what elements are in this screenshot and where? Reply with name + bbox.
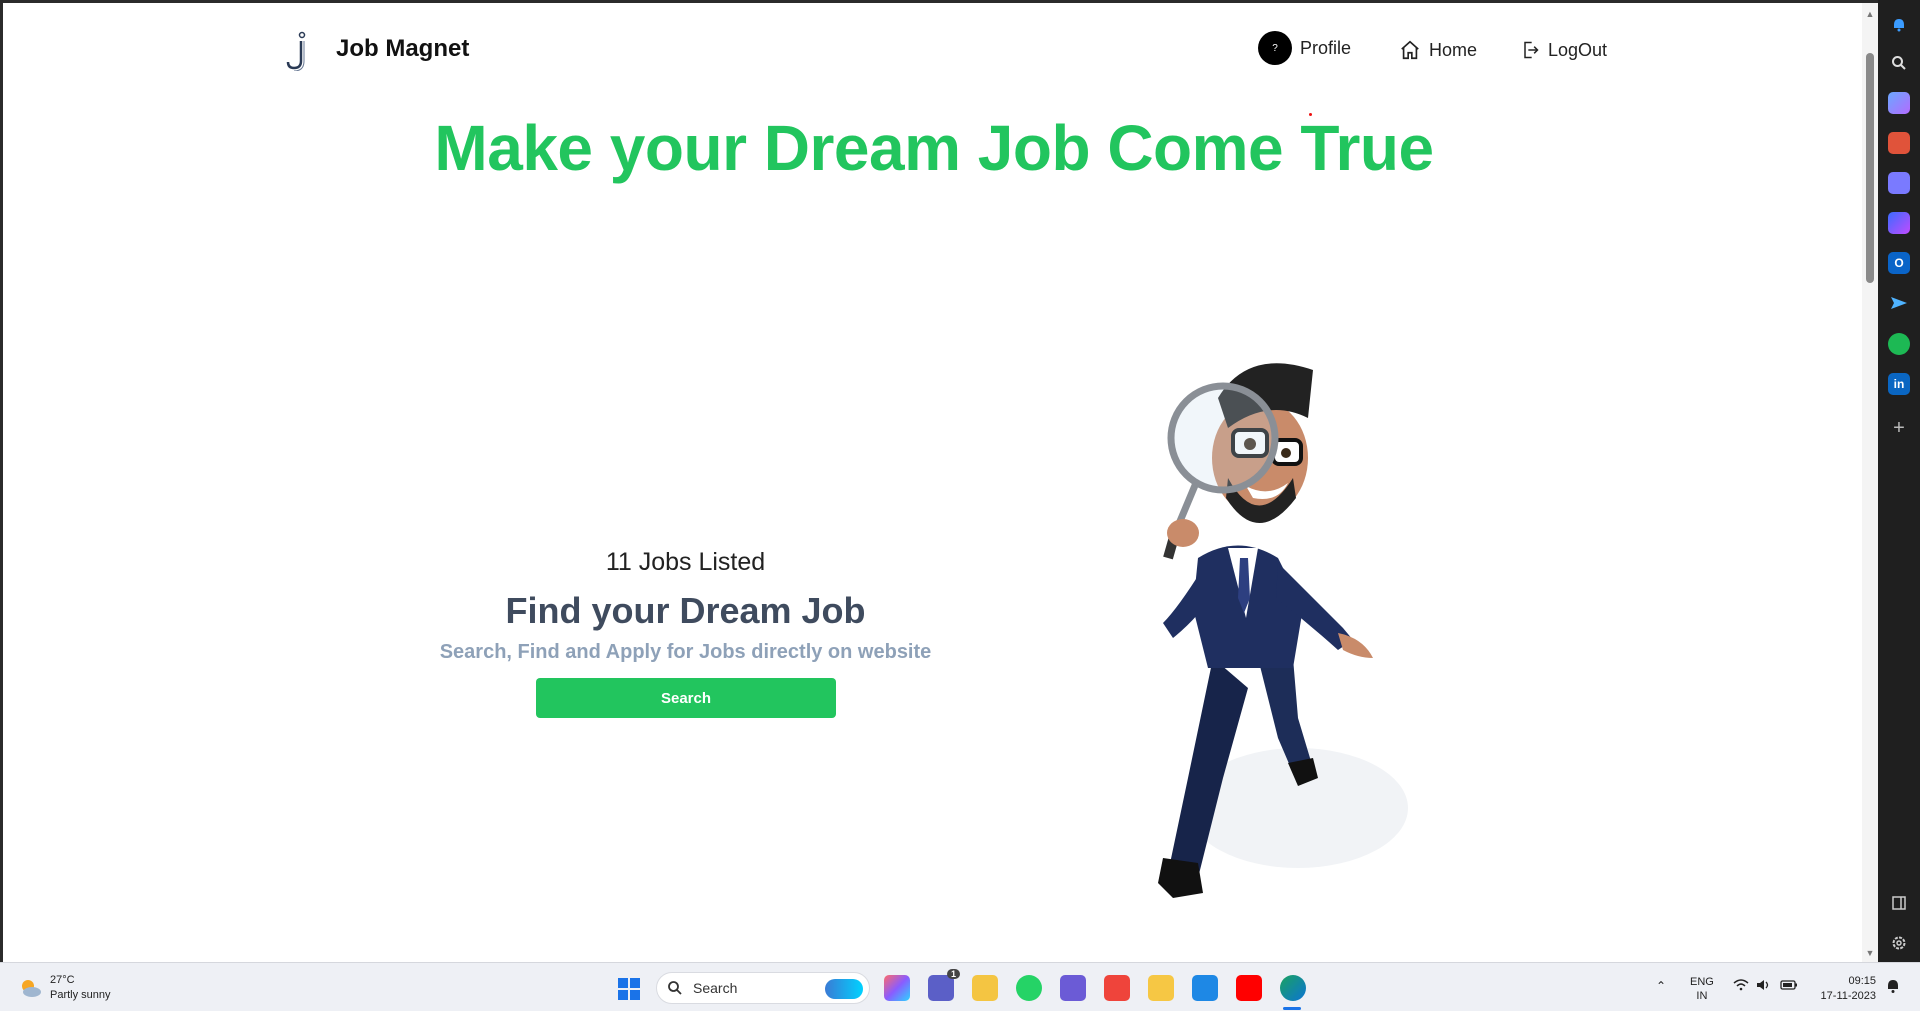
web-page: Job Magnet ? Profile Home LogOut Make yo… xyxy=(0,0,1862,962)
search-highlight-icon xyxy=(825,979,863,999)
wifi-icon[interactable] xyxy=(1733,979,1749,995)
language-top: ENG xyxy=(1690,976,1714,988)
panel-icon[interactable] xyxy=(1888,892,1910,914)
search-icon[interactable] xyxy=(1888,52,1910,74)
youtube-icon[interactable] xyxy=(1236,975,1262,1001)
edge-icon[interactable] xyxy=(1280,975,1306,1001)
search-icon xyxy=(668,981,682,995)
brand-name[interactable]: Job Magnet xyxy=(336,35,469,63)
send-icon[interactable] xyxy=(1888,292,1910,314)
teams-badge: 1 xyxy=(946,969,960,979)
scroll-up-arrow-icon[interactable]: ▲ xyxy=(1865,9,1875,19)
spotify-icon[interactable] xyxy=(1888,333,1910,355)
weather-widget[interactable]: 27°C Partly sunny xyxy=(18,973,111,1003)
weather-desc: Partly sunny xyxy=(50,989,111,1001)
nav-home[interactable]: Home xyxy=(1399,39,1477,61)
chess-icon[interactable] xyxy=(1888,172,1910,194)
scroll-thumb[interactable] xyxy=(1866,53,1874,283)
search-button[interactable]: Search xyxy=(536,678,836,718)
job-magnet-logo-icon[interactable] xyxy=(285,31,313,71)
clock-time: 09:15 xyxy=(1848,975,1876,987)
vertical-scrollbar[interactable]: ▲ ▼ xyxy=(1862,0,1878,962)
nav-logout-label: LogOut xyxy=(1548,39,1608,60)
taskbar: 27°C Partly sunny Search 1 ⌃ ENG IN 09:1… xyxy=(0,962,1920,1011)
volume-icon[interactable] xyxy=(1756,979,1772,995)
teams-icon[interactable]: 1 xyxy=(928,969,960,1001)
taskbar-search[interactable]: Search xyxy=(656,972,870,1004)
hero-title: Make your Dream Job Come True xyxy=(434,112,1434,184)
businessman-illustration xyxy=(1158,363,1408,898)
avatar: ? xyxy=(1258,31,1292,65)
clock-date: 17-11-2023 xyxy=(1820,990,1876,1002)
windows-start-icon[interactable] xyxy=(617,977,641,1001)
nav-profile-label: Profile xyxy=(1300,37,1352,58)
clock[interactable]: 09:15 17-11-2023 xyxy=(1808,974,1876,1004)
weather-text: 27°C Partly sunny xyxy=(50,973,111,1003)
add-icon[interactable]: + xyxy=(1888,417,1910,439)
chevron-up-icon[interactable]: ⌃ xyxy=(1656,979,1666,993)
linkedin-icon[interactable]: in xyxy=(1888,373,1910,395)
home-icon xyxy=(1401,40,1419,60)
folder-icon[interactable] xyxy=(1148,975,1174,1001)
nav-logout[interactable]: LogOut xyxy=(1520,39,1607,61)
language-indicator[interactable]: ENG IN xyxy=(1690,975,1714,1003)
vscode-icon[interactable] xyxy=(1192,975,1218,1001)
scroll-down-arrow-icon[interactable]: ▼ xyxy=(1865,948,1875,958)
jobs-subtitle: Search, Find and Apply for Jobs directly… xyxy=(439,641,932,663)
taskbar-search-placeholder: Search xyxy=(693,980,738,996)
app-icon[interactable] xyxy=(1060,975,1086,1001)
find-heading: Find your Dream Job xyxy=(505,590,866,631)
nav-profile[interactable]: ? Profile xyxy=(1258,31,1351,65)
jobs-count: 11 Jobs Listed xyxy=(605,548,766,576)
anydesk-icon[interactable] xyxy=(1104,975,1130,1001)
language-bottom: IN xyxy=(1696,990,1708,1002)
active-app-indicator xyxy=(1283,1007,1301,1010)
notification-bell-icon[interactable] xyxy=(1886,978,1900,998)
file-explorer-icon[interactable] xyxy=(972,975,998,1001)
bell-icon[interactable] xyxy=(1888,14,1910,36)
outlook-icon[interactable]: O xyxy=(1888,252,1910,274)
edge-sidebar: O in + xyxy=(1878,0,1920,962)
toolbox-icon[interactable] xyxy=(1888,132,1910,154)
logout-icon xyxy=(1524,41,1539,59)
partly-sunny-icon xyxy=(22,980,41,997)
battery-icon[interactable] xyxy=(1780,979,1798,995)
copilot-icon[interactable] xyxy=(1888,212,1910,234)
whatsapp-icon[interactable] xyxy=(1016,975,1042,1001)
nav-home-label: Home xyxy=(1429,39,1478,60)
weather-temp: 27°C xyxy=(50,974,75,986)
settings-icon[interactable] xyxy=(1888,932,1910,954)
copilot-app-icon[interactable] xyxy=(884,975,910,1001)
tag-icon[interactable] xyxy=(1888,92,1910,114)
